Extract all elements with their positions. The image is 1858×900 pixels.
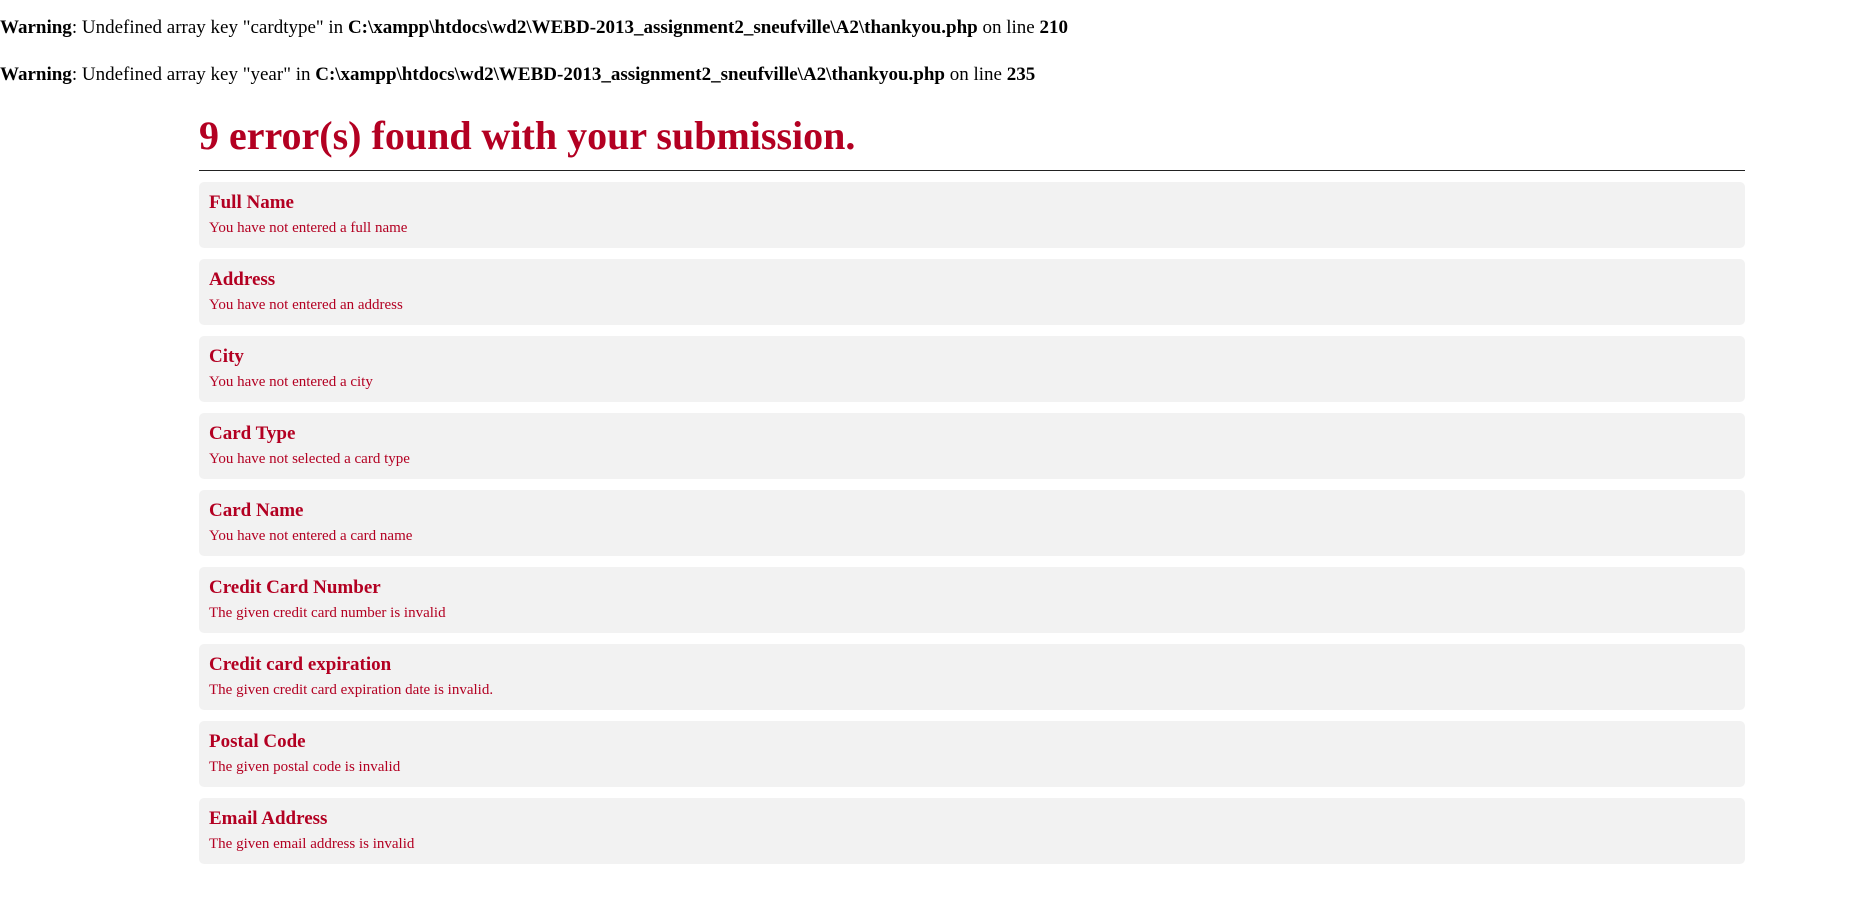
error-title: Address xyxy=(209,269,276,290)
warning-label: Warning xyxy=(0,17,72,38)
error-item-credit-card-number: Credit Card Number The given credit card… xyxy=(199,567,1745,633)
php-warning-cardtype: Warning: Undefined array key "cardtype" … xyxy=(0,17,1068,39)
error-title: Postal Code xyxy=(209,731,306,752)
warning-message: : Undefined array key "cardtype" in xyxy=(71,17,348,38)
error-message: You have not entered a card name xyxy=(209,528,413,544)
error-message: The given credit card number is invalid xyxy=(209,605,446,621)
error-title: City xyxy=(209,346,244,367)
error-message: The given postal code is invalid xyxy=(209,759,401,775)
error-item-postal-code: Postal Code The given postal code is inv… xyxy=(199,721,1745,787)
warning-line-number: 210 xyxy=(1039,17,1068,38)
warning-label: Warning xyxy=(0,64,72,85)
error-item-card-name: Card Name You have not entered a card na… xyxy=(199,490,1745,556)
error-title: Card Name xyxy=(209,500,304,521)
error-item-address: Address You have not entered an address xyxy=(199,259,1745,325)
error-item-credit-card-expiration: Credit card expiration The given credit … xyxy=(199,644,1745,710)
error-item-full-name: Full Name You have not entered a full na… xyxy=(199,182,1745,248)
error-message: You have not entered an address xyxy=(209,297,403,313)
error-message: You have not entered a full name xyxy=(209,220,408,236)
error-item-email-address: Email Address The given email address is… xyxy=(199,798,1745,864)
error-title: Credit card expiration xyxy=(209,654,392,675)
error-message: The given credit card expiration date is… xyxy=(209,682,494,698)
error-title: Card Type xyxy=(209,423,296,444)
error-message: You have not selected a card type xyxy=(209,451,410,467)
errors-heading: 9 error(s) found with your submission. xyxy=(199,110,1745,171)
warning-line-number: 235 xyxy=(1006,64,1036,85)
warning-file-path: C:\xampp\htdocs\wd2\WEBD-2013_assignment… xyxy=(347,17,978,38)
warning-file-path: C:\xampp\htdocs\wd2\WEBD-2013_assignment… xyxy=(315,64,945,85)
error-item-city: City You have not entered a city xyxy=(199,336,1745,402)
error-title: Full Name xyxy=(209,192,294,213)
warning-message: : Undefined array key "year" in xyxy=(71,64,316,85)
warning-on-line-text: on line xyxy=(977,17,1040,38)
error-message: You have not entered a city xyxy=(209,374,373,390)
php-warning-year: Warning: Undefined array key "year" in C… xyxy=(0,64,1035,86)
error-title: Credit Card Number xyxy=(209,577,381,598)
error-list: Full Name You have not entered a full na… xyxy=(199,182,1745,864)
error-title: Email Address xyxy=(209,808,328,829)
errors-section: 9 error(s) found with your submission. F… xyxy=(199,110,1745,875)
warning-on-line-text: on line xyxy=(945,64,1007,85)
error-message: The given email address is invalid xyxy=(209,836,415,852)
error-item-card-type: Card Type You have not selected a card t… xyxy=(199,413,1745,479)
